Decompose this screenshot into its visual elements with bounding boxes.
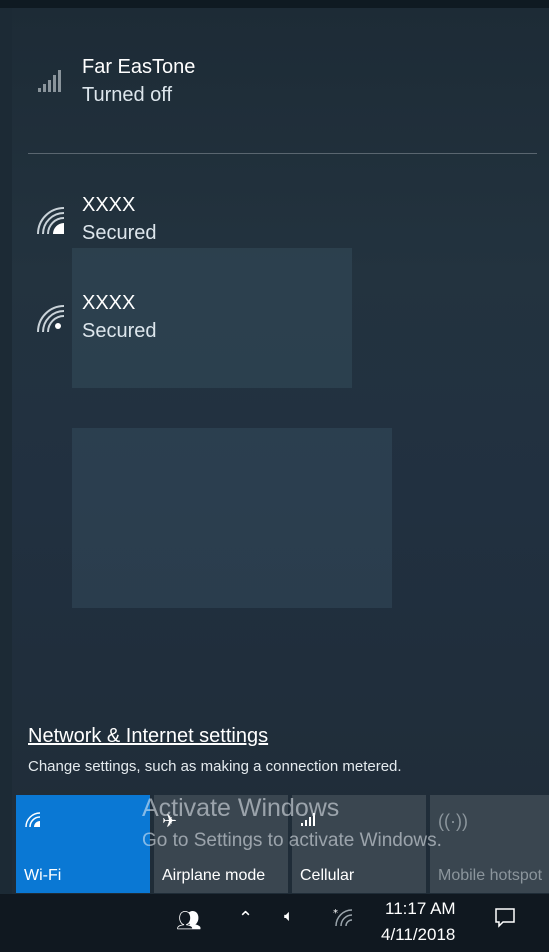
svg-text:*: * [333, 908, 338, 919]
network-status: Turned off [82, 84, 173, 106]
network-settings-description: Change settings, such as making a connec… [28, 758, 402, 775]
wifi-icon [24, 811, 44, 834]
chevron-up-icon[interactable]: ⌃ [238, 908, 253, 929]
tile-label: Airplane mode [162, 867, 266, 884]
network-name: Far EasTone [82, 56, 196, 78]
cellular-signal-icon [300, 811, 320, 832]
volume-icon[interactable]: 🔈︎ [284, 908, 294, 926]
top-edge [0, 0, 549, 8]
clock-time[interactable]: 11:17 AM [385, 899, 456, 919]
wifi-icon[interactable]: * [332, 906, 356, 933]
divider [28, 153, 537, 154]
network-status: Secured [82, 320, 157, 342]
tile-wifi[interactable]: Wi-Fi [16, 795, 150, 893]
people-icon[interactable]: 👥︎ [176, 908, 201, 933]
tile-label: Wi-Fi [24, 867, 62, 884]
taskbar: 👥︎ ⌃ 🔈︎ * 11:17 AM 4/11/2018 [0, 894, 549, 952]
airplane-icon: ✈ [162, 811, 178, 831]
tile-cellular[interactable]: Cellular [292, 795, 426, 893]
tile-label: Mobile hotspot [438, 867, 543, 884]
clock-date[interactable]: 4/11/2018 [381, 925, 455, 945]
action-center-icon[interactable] [494, 906, 516, 933]
wifi-icon [37, 207, 65, 235]
tile-mobile-hotspot[interactable]: ((·)) Mobile hotspot [430, 795, 549, 893]
hotspot-icon: ((·)) [438, 811, 468, 831]
network-item-wifi[interactable]: XXXX Secured [32, 194, 532, 256]
network-name: XXXX [82, 194, 136, 216]
network-name: XXXX [82, 292, 136, 314]
network-item-cellular[interactable]: Far EasTone Turned off [32, 56, 532, 118]
quick-action-tiles: Wi-Fi ✈ Airplane mode Cellular ((·)) Mob… [16, 795, 549, 893]
network-settings-link[interactable]: Network & Internet settings [28, 725, 268, 748]
background-glow [72, 428, 392, 608]
network-item-wifi[interactable]: XXXX Secured [32, 292, 532, 354]
tile-airplane-mode[interactable]: ✈ Airplane mode [154, 795, 288, 893]
network-status: Secured [82, 222, 157, 244]
wifi-icon [37, 305, 65, 333]
network-flyout: Far EasTone Turned off XXXX Secured XXXX… [12, 8, 549, 894]
cellular-signal-icon [38, 70, 61, 92]
tile-label: Cellular [300, 867, 355, 884]
